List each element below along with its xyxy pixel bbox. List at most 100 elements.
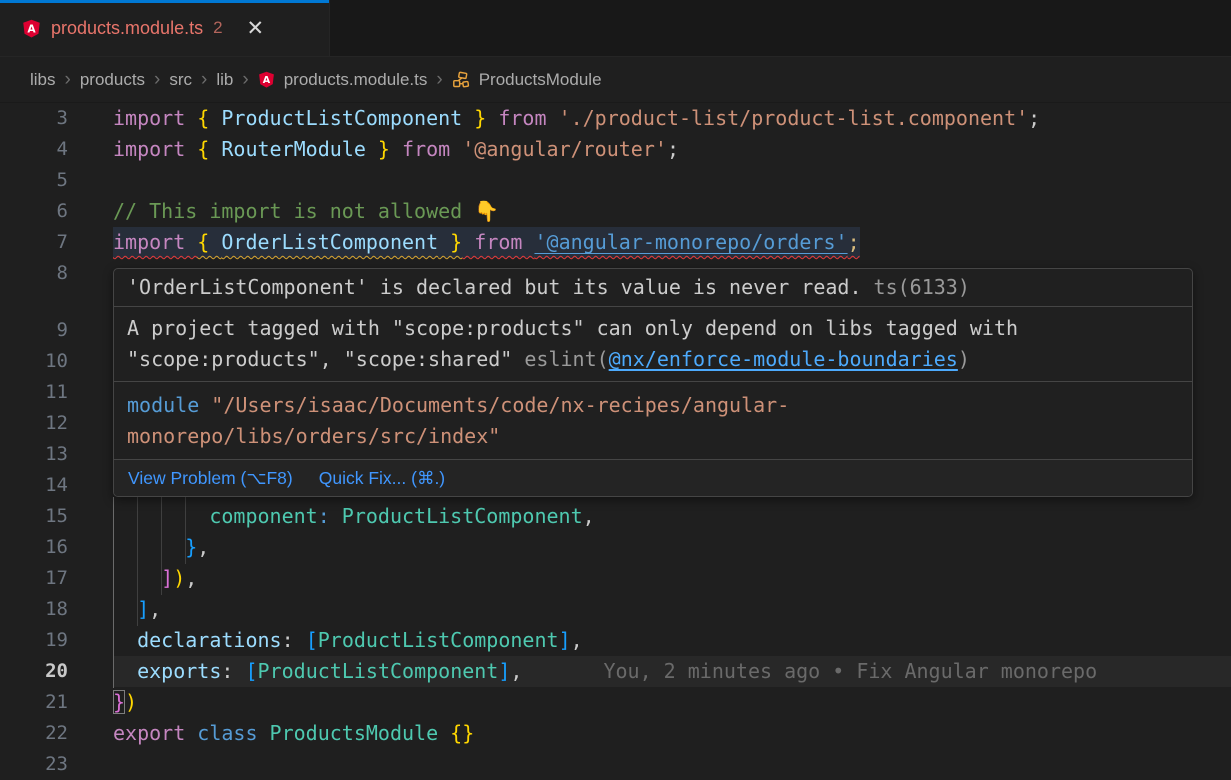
line-number[interactable]: 18 <box>0 594 113 625</box>
line-number[interactable]: 15 <box>0 501 113 532</box>
diagnostic-source: ts(6133) <box>874 275 970 299</box>
code-tokens: ]), <box>113 563 197 594</box>
line-number[interactable]: 19 <box>0 625 113 656</box>
line-number[interactable]: 8 <box>0 258 113 289</box>
code-line-content[interactable]: // This import is not allowed 👇 <box>113 196 1231 227</box>
token-fg: , <box>583 504 595 528</box>
token-var: exports <box>137 659 221 683</box>
token-cls: component <box>209 504 317 528</box>
token-pink: ] <box>161 566 173 590</box>
line-number[interactable]: 21 <box>0 687 113 718</box>
token-blue: [ <box>245 659 257 683</box>
rule-source-close: ) <box>958 347 970 371</box>
token-cls: ProductListComponent <box>342 504 583 528</box>
code-line[interactable]: 22export class ProductsModule {} <box>0 718 1231 749</box>
module-info: module "/Users/isaac/Documents/code/nx-r… <box>114 381 1192 459</box>
rule-text: "scope:products", "scope:shared" <box>127 347 524 371</box>
token-str: '@angular/router' <box>462 137 667 161</box>
breadcrumb-item-file[interactable]: products.module.ts <box>284 70 428 90</box>
code-line[interactable]: 23 <box>0 749 1231 780</box>
code-line-content[interactable] <box>113 165 1231 196</box>
line-number[interactable]: 14 <box>0 470 113 501</box>
code-line[interactable]: 19 declarations: [ProductListComponent], <box>0 625 1231 656</box>
line-number[interactable]: 22 <box>0 718 113 749</box>
breadcrumb-item-symbol[interactable]: ProductsModule <box>479 70 602 90</box>
token-fg: ; <box>1028 106 1040 130</box>
code-line[interactable]: 7import { OrderListComponent } from '@an… <box>0 227 1231 258</box>
code-line-content[interactable]: export class ProductsModule {} <box>113 718 1231 749</box>
tab-products-module[interactable]: A products.module.ts 2 ✕ <box>0 0 330 56</box>
diagnostic-text: 'OrderListComponent' is declared but its… <box>127 275 874 299</box>
code-line-content[interactable]: import { OrderListComponent } from '@ang… <box>113 227 1231 258</box>
token-gold: { <box>197 230 221 254</box>
rule-source: eslint( <box>524 347 608 371</box>
line-number[interactable]: 12 <box>0 408 113 439</box>
line-number[interactable]: 23 <box>0 749 113 780</box>
breadcrumb-item-products[interactable]: products <box>80 70 145 90</box>
code-line[interactable]: 4import { RouterModule } from '@angular/… <box>0 134 1231 165</box>
token-blue: [ <box>306 628 318 652</box>
code-line-content[interactable]: }, <box>113 532 1231 563</box>
quick-fix-button[interactable]: Quick Fix... (⌘.) <box>319 468 445 489</box>
token-fg: , <box>149 597 161 621</box>
view-problem-button[interactable]: View Problem (⌥F8) <box>128 468 293 489</box>
line-number[interactable]: 7 <box>0 227 113 258</box>
code-tokens: import { ProductListComponent } from './… <box>113 103 1040 134</box>
line-number[interactable]: 10 <box>0 346 113 377</box>
token-gold: ) <box>125 690 137 714</box>
code-tokens: export class ProductsModule {} <box>113 718 474 749</box>
line-number[interactable]: 11 <box>0 377 113 408</box>
line-number[interactable]: 5 <box>0 165 113 196</box>
token-linkstr: '@angular-monorepo/orders' <box>534 230 847 254</box>
line-number[interactable]: 4 <box>0 134 113 165</box>
tab-label: products.module.ts <box>51 18 203 39</box>
token-kw: import <box>113 106 197 130</box>
code-line[interactable]: 6// This import is not allowed 👇 <box>0 196 1231 227</box>
squiggle-warning: { <box>197 230 221 254</box>
line-number[interactable]: 3 <box>0 103 113 134</box>
code-line[interactable]: 3import { ProductListComponent } from '.… <box>0 103 1231 134</box>
line-number[interactable]: 6 <box>0 196 113 227</box>
line-number[interactable]: 9 <box>0 315 113 346</box>
indent-guide <box>161 497 162 595</box>
code-line-content[interactable] <box>113 749 1231 780</box>
token-gold: ) <box>173 566 185 590</box>
squiggle-error: from <box>462 230 534 254</box>
breadcrumb-item-libs[interactable]: libs <box>30 70 56 90</box>
code-line[interactable]: 21}) <box>0 687 1231 718</box>
token-kw: from <box>462 230 534 254</box>
code-line-content[interactable]: ], <box>113 594 1231 625</box>
code-tokens: exports: [ProductListComponent], <box>113 656 522 687</box>
code-line-content[interactable]: import { RouterModule } from '@angular/r… <box>113 134 1231 165</box>
code-line[interactable]: 5 <box>0 165 1231 196</box>
token-cls: ProductsModule <box>270 721 451 745</box>
close-icon[interactable]: ✕ <box>247 16 265 41</box>
token-gold: } <box>366 137 390 161</box>
code-line[interactable]: 18 ], <box>0 594 1231 625</box>
token-gold: { <box>197 106 221 130</box>
line-number[interactable]: 13 <box>0 439 113 470</box>
code-line-content[interactable]: component: ProductListComponent, <box>113 501 1231 532</box>
code-line-content[interactable]: import { ProductListComponent } from './… <box>113 103 1231 134</box>
code-line-content[interactable]: exports: [ProductListComponent],You, 2 m… <box>113 656 1231 687</box>
chevron-right-icon: › <box>436 70 442 89</box>
token-semi: ; <box>848 230 860 254</box>
code-line-content[interactable]: }) <box>113 687 1231 718</box>
line-number[interactable]: 20 <box>0 656 113 687</box>
token-var: ProductListComponent <box>221 106 462 130</box>
breadcrumb-item-src[interactable]: src <box>169 70 192 90</box>
code-line[interactable]: 20 exports: [ProductListComponent],You, … <box>0 656 1231 687</box>
breadcrumb-item-lib[interactable]: lib <box>216 70 233 90</box>
eslint-rule-message: A project tagged with "scope:products" c… <box>114 306 1192 381</box>
token-pinkbox: } <box>113 690 125 714</box>
line-number[interactable]: 16 <box>0 532 113 563</box>
tab-problem-badge: 2 <box>213 18 222 38</box>
code-line[interactable]: 17 ]), <box>0 563 1231 594</box>
eslint-rule-link[interactable]: @nx/enforce-module-boundaries <box>609 347 958 371</box>
code-line-content[interactable]: declarations: [ProductListComponent], <box>113 625 1231 656</box>
angular-icon: A <box>258 71 275 88</box>
token-fg: 👇 <box>474 199 499 223</box>
code-line-content[interactable]: ]), <box>113 563 1231 594</box>
token-gold: {} <box>450 721 474 745</box>
line-number[interactable]: 17 <box>0 563 113 594</box>
